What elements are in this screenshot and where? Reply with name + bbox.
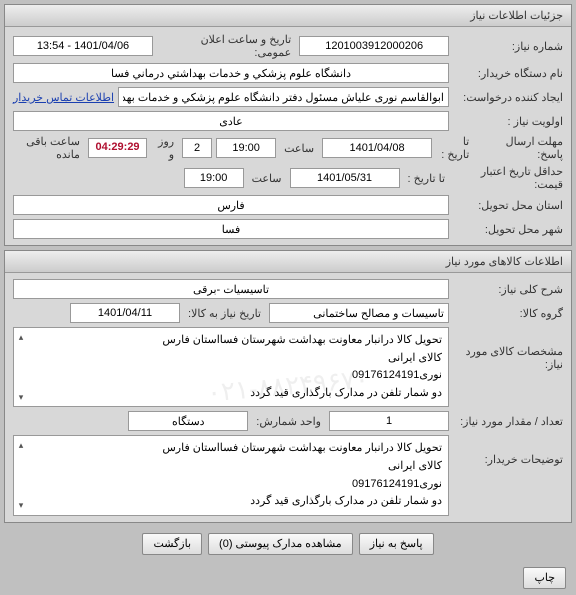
attachments-count: (0) bbox=[219, 538, 232, 550]
city-label: شهر محل تحویل: bbox=[453, 223, 563, 236]
notes-line: تحویل کالا درانبار معاونت بهداشت شهرستان… bbox=[20, 440, 442, 458]
buyer-name-field bbox=[13, 63, 449, 83]
chevron-up-icon[interactable]: ▴ bbox=[16, 330, 26, 344]
attachments-button[interactable]: مشاهده مدارک پیوستی (0) bbox=[208, 533, 353, 555]
province-label: استان محل تحویل: bbox=[453, 199, 563, 212]
deadline-label: مهلت ارسال پاسخ: bbox=[477, 135, 563, 161]
remain-time: 04:29:29 bbox=[88, 138, 147, 158]
creator-name-field bbox=[118, 87, 449, 107]
to-time-label: ساعت bbox=[280, 142, 318, 155]
buyer-label: نام دستگاه خریدار: bbox=[453, 67, 563, 80]
chevron-down-icon[interactable]: ▾ bbox=[16, 390, 26, 404]
panel2-title: اطلاعات کالاهای مورد نیاز bbox=[5, 251, 571, 273]
city-field bbox=[13, 219, 449, 239]
need-item-date-label: تاریخ نیاز به کالا: bbox=[184, 307, 265, 320]
panel1-title: جزئیات اطلاعات نیاز bbox=[5, 5, 571, 27]
print-button[interactable]: چاپ bbox=[523, 567, 566, 589]
valid-to-date-label: تا تاریخ : bbox=[404, 172, 449, 185]
to-time-field bbox=[216, 138, 276, 158]
qty-label: تعداد / مقدار مورد نیاز: bbox=[453, 415, 563, 428]
priority-field bbox=[13, 111, 449, 131]
back-button[interactable]: بازگشت bbox=[142, 533, 202, 555]
province-field bbox=[13, 195, 449, 215]
valid-to-time-field bbox=[184, 168, 244, 188]
group-field bbox=[269, 303, 449, 323]
pub-date-field bbox=[13, 36, 153, 56]
notes-line: کالای ایرانی bbox=[20, 458, 442, 476]
notes-line: دو شمار تلفن در مدارک بارگذاری قید گردد bbox=[20, 493, 442, 511]
spec-line: دو شمار تلفن در مدارک بارگذاری قید گردد bbox=[20, 385, 442, 403]
valid-to-date-field bbox=[290, 168, 400, 188]
buyer-notes-field[interactable]: ▴ ▾ تحویل کالا درانبار معاونت بهداشت شهر… bbox=[13, 435, 449, 515]
need-no-label: شماره نیاز: bbox=[453, 40, 563, 53]
valid-label: حداقل تاریخ اعتبار قیمت: bbox=[453, 165, 563, 191]
remain-days-label: روز و bbox=[151, 135, 178, 161]
desc-label: شرح کلی نیاز: bbox=[453, 283, 563, 296]
spec-line: نوری09176124191 bbox=[20, 367, 442, 385]
desc-field bbox=[13, 279, 449, 299]
spec-line: کالای ایرانی bbox=[20, 350, 442, 368]
notes-line: نوری09176124191 bbox=[20, 476, 442, 494]
spec-field[interactable]: ▴ ▾ تحویل کالا درانبار معاونت بهداشت شهر… bbox=[13, 327, 449, 407]
priority-label: اولویت نیاز : bbox=[453, 115, 563, 128]
need-no-field bbox=[299, 36, 449, 56]
unit-field bbox=[128, 411, 248, 431]
to-date-label: تا تاریخ : bbox=[436, 135, 473, 161]
pub-date-label: تاریخ و ساعت اعلان عمومی: bbox=[157, 33, 295, 59]
qty-field bbox=[329, 411, 449, 431]
buyer-contact-link[interactable]: اطلاعات تماس خریدار bbox=[13, 91, 114, 104]
spec-line: تحویل کالا درانبار معاونت بهداشت شهرستان… bbox=[20, 332, 442, 350]
group-label: گروه کالا: bbox=[453, 307, 563, 320]
to-date-field bbox=[322, 138, 432, 158]
remain-suffix: ساعت باقی مانده bbox=[13, 135, 84, 161]
chevron-up-icon[interactable]: ▴ bbox=[16, 438, 26, 452]
spec-label: مشخصات کالای مورد نیاز: bbox=[453, 327, 563, 371]
buyer-notes-label: توضیحات خریدار: bbox=[453, 435, 563, 466]
valid-to-time-label: ساعت bbox=[248, 172, 286, 185]
chevron-down-icon[interactable]: ▾ bbox=[16, 498, 26, 512]
creator-label: ایجاد کننده درخواست: bbox=[453, 91, 563, 104]
remain-days-field bbox=[182, 138, 212, 158]
need-item-date-field bbox=[70, 303, 180, 323]
reply-button[interactable]: پاسخ به نیاز bbox=[359, 533, 434, 555]
attachments-label: مشاهده مدارک پیوستی bbox=[236, 538, 342, 550]
unit-label: واحد شمارش: bbox=[252, 415, 325, 428]
